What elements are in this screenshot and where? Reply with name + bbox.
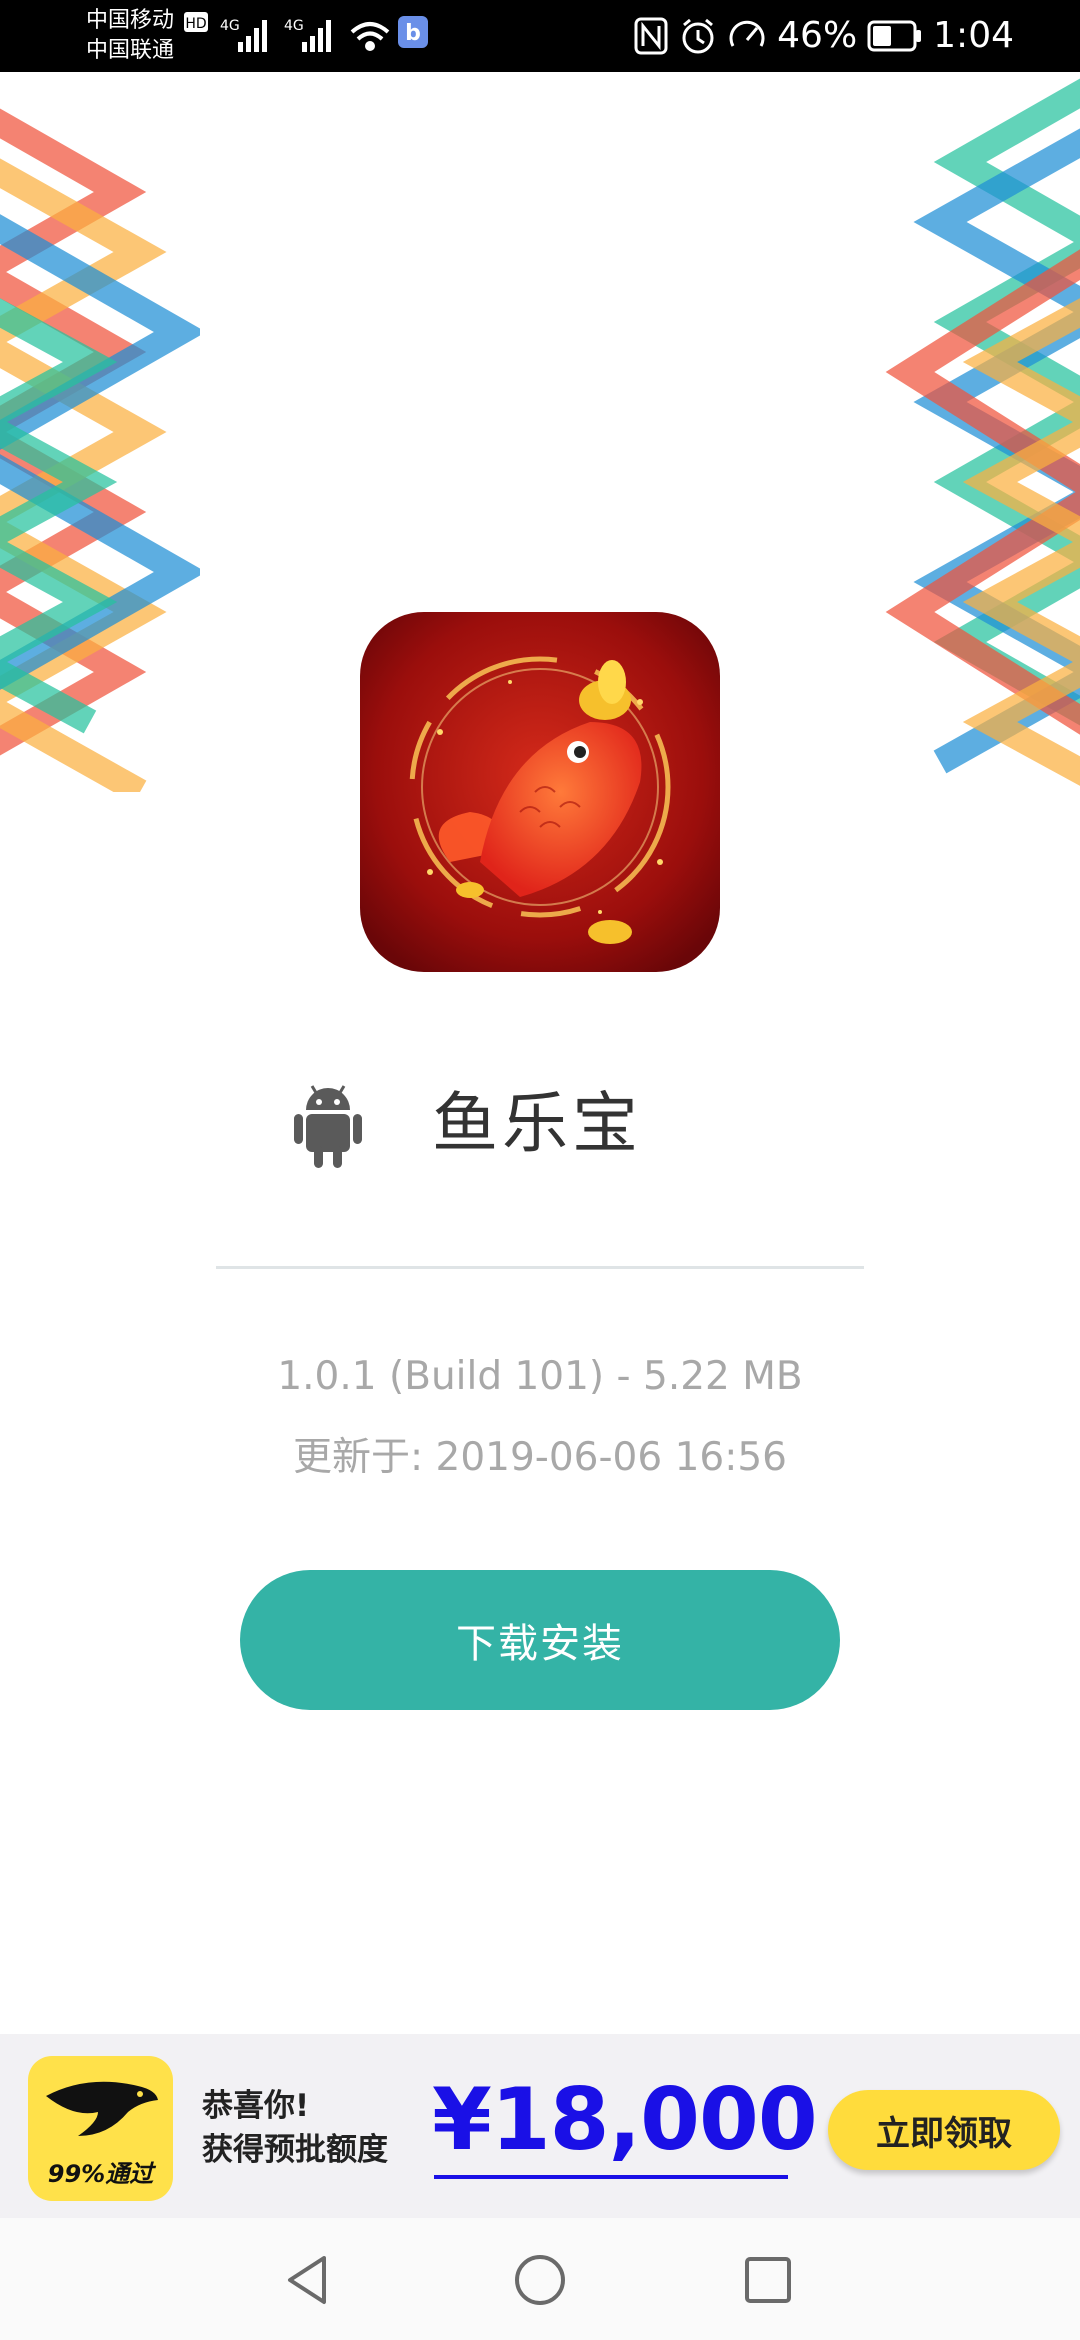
battery-percent: 46% <box>777 15 858 56</box>
ad-banner[interactable]: 99%通过 恭喜你! 获得预批额度 ¥18,000 立即领取 <box>0 2034 1080 2218</box>
ad-logo-text: 99%通过 <box>47 2160 154 2188</box>
signal-icons: HD 4G 4G b <box>184 12 428 52</box>
hd-label: HD <box>185 16 206 32</box>
status-right: 46% 1:04 <box>633 12 1014 60</box>
carrier-primary: 中国移动 <box>86 8 175 33</box>
status-bar: 中国移动 中国联通 HD 4G 4G b 46% 1:04 <box>0 0 1080 72</box>
ad-line1: 恭喜你! <box>202 2088 310 2124</box>
nfc-icon <box>634 17 668 55</box>
koi-fish-app-icon <box>360 612 720 972</box>
ad-amount-underline <box>434 2175 788 2179</box>
data-saver-icon <box>729 20 765 47</box>
carrier-secondary: 中国联通 <box>86 38 175 63</box>
version-info: 1.0.1 (Build 101) - 5.22 MB <box>277 1354 803 1399</box>
signal-strength-1-icon <box>238 20 267 52</box>
clock: 1:04 <box>933 15 1014 56</box>
ad-logo: 99%通过 <box>28 2056 173 2201</box>
bird-logo-icon <box>46 2081 158 2136</box>
home-circle-icon[interactable] <box>508 2248 572 2312</box>
system-nav-bar <box>0 2218 1080 2340</box>
decorative-pattern-right <box>885 78 1080 786</box>
update-time: 更新于: 2019-06-06 16:56 <box>293 1435 787 1480</box>
alarm-icon <box>682 18 714 54</box>
divider <box>216 1266 864 1269</box>
recents-square-icon[interactable] <box>736 2248 800 2312</box>
ad-message: 恭喜你! 获得预批额度 <box>202 2084 388 2172</box>
ad-amount: ¥18,000 <box>432 2070 818 2170</box>
signal-strength-2-icon <box>302 20 331 52</box>
network-type-1: 4G <box>220 18 240 34</box>
claim-now-button[interactable]: 立即领取 <box>828 2090 1060 2170</box>
ad-line2: 获得预批额度 <box>202 2132 388 2168</box>
download-install-button[interactable]: 下载安装 <box>240 1570 840 1710</box>
wifi-icon <box>350 22 390 51</box>
app-title-row: 鱼乐宝 <box>292 1070 812 1180</box>
back-triangle-icon[interactable] <box>276 2248 340 2312</box>
svg-text:b: b <box>405 21 421 46</box>
android-icon <box>294 1085 362 1168</box>
carrier-info: 中国移动 中国联通 <box>86 6 174 66</box>
network-type-2: 4G <box>284 18 304 34</box>
app-name: 鱼乐宝 <box>432 1085 642 1162</box>
battery-icon <box>867 20 922 52</box>
decorative-pattern-left <box>0 108 200 792</box>
